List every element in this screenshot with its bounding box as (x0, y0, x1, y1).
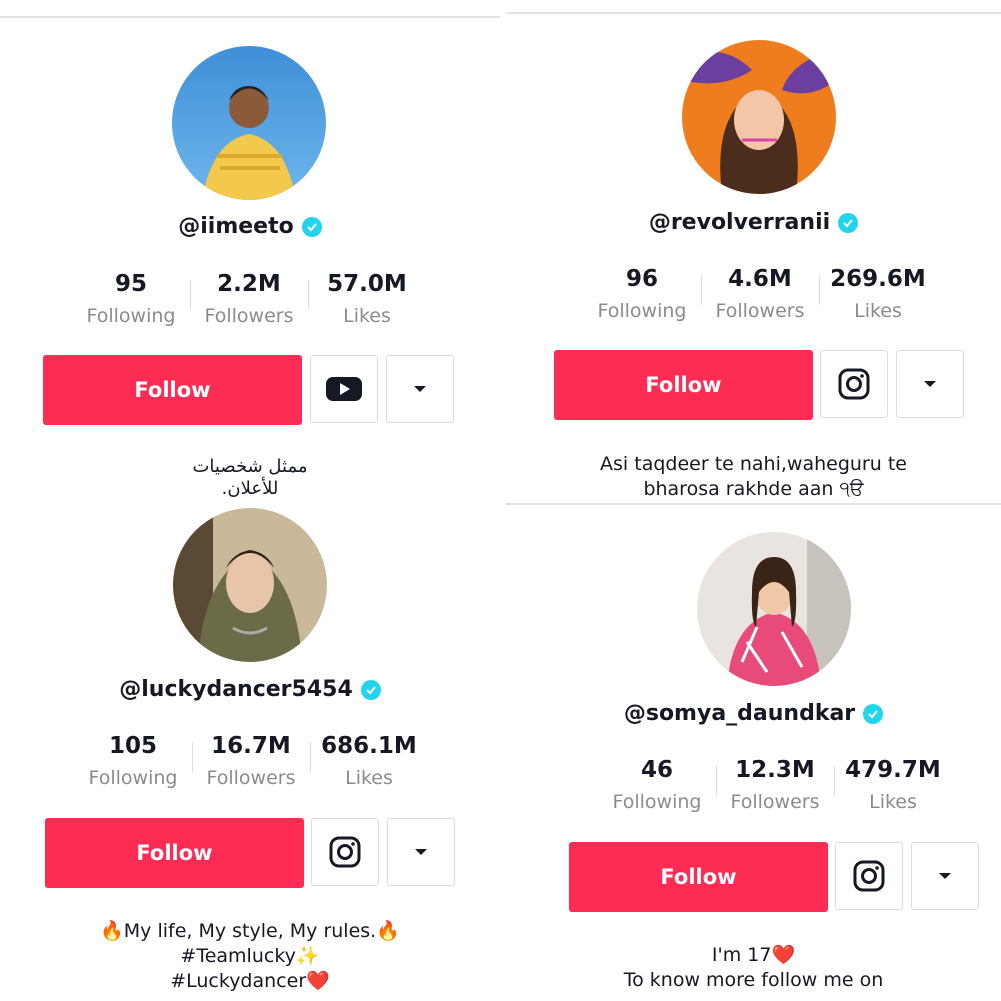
likes-label: Likes (343, 305, 391, 327)
bio-line: I'm 17❤️ (711, 944, 796, 966)
caret-down-icon (414, 386, 426, 392)
youtube-link-button[interactable] (310, 355, 378, 423)
caret-down-icon (924, 381, 936, 387)
bio-line: للأعلان. (221, 478, 279, 499)
profile-card-somya-daundkar: @somya_daundkar 46 Following 12.3M Follo… (506, 505, 1001, 1001)
bio-line: #Teamlucky✨ (180, 945, 320, 967)
verified-icon (301, 216, 322, 237)
following-label: Following (597, 300, 687, 322)
following-stat[interactable]: 96 Following (583, 265, 701, 323)
instagram-link-button[interactable] (820, 350, 888, 418)
stats-row: 46 Following 12.3M Followers 479.7M Like… (598, 756, 952, 814)
likes-count: 57.0M (327, 271, 407, 297)
username-row: @luckydancer5454 (0, 677, 500, 702)
more-options-button[interactable] (896, 350, 964, 418)
instagram-icon (329, 836, 361, 868)
username[interactable]: @somya_daundkar (624, 701, 855, 726)
more-options-button[interactable] (911, 842, 979, 910)
youtube-icon (326, 377, 362, 401)
instagram-link-button[interactable] (311, 818, 379, 886)
likes-stat[interactable]: 57.0M Likes (308, 270, 426, 328)
avatar[interactable] (172, 46, 326, 200)
likes-stat[interactable]: 269.6M Likes (819, 265, 937, 323)
followers-label: Followers (730, 791, 820, 813)
following-stat[interactable]: 105 Following (74, 732, 192, 790)
stats-row: 96 Following 4.6M Followers 269.6M Likes (583, 265, 937, 323)
stats-row: 95 Following 2.2M Followers 57.0M Likes (72, 270, 426, 328)
followers-stat[interactable]: 4.6M Followers (701, 265, 819, 323)
instagram-icon (853, 860, 885, 892)
followers-label: Followers (204, 305, 294, 327)
bio: 🔥My life, My style, My rules.🔥 #Teamluck… (0, 919, 500, 994)
followers-stat[interactable]: 16.7M Followers (192, 732, 310, 790)
followers-label: Followers (715, 300, 805, 322)
profile-card-iimeeto: @iimeeto 95 Following 2.2M Followers 57.… (0, 0, 500, 505)
following-label: Following (86, 305, 176, 327)
following-stat[interactable]: 95 Following (72, 270, 190, 328)
username[interactable]: @iimeeto (178, 214, 293, 239)
verified-icon (838, 212, 859, 233)
followers-count: 2.2M (217, 271, 281, 297)
likes-stat[interactable]: 686.1M Likes (310, 732, 428, 790)
follow-button[interactable]: Follow (554, 350, 813, 420)
following-count: 95 (114, 271, 147, 297)
caret-down-icon (415, 849, 427, 855)
avatar[interactable] (697, 532, 851, 686)
following-count: 105 (108, 733, 157, 759)
username-row: @revolverranii (506, 210, 1001, 235)
username[interactable]: @luckydancer5454 (119, 677, 353, 702)
follow-button[interactable]: Follow (569, 842, 828, 912)
following-label: Following (88, 767, 178, 789)
instagram-link-button[interactable] (835, 842, 903, 910)
followers-label: Followers (206, 767, 296, 789)
bio-line: To know more follow me on (623, 969, 884, 991)
followers-count: 16.7M (211, 733, 291, 759)
likes-count: 479.7M (845, 757, 941, 783)
likes-count: 686.1M (321, 733, 417, 759)
following-stat[interactable]: 46 Following (598, 756, 716, 814)
stats-row: 105 Following 16.7M Followers 686.1M Lik… (74, 732, 428, 790)
bio-line: Asi taqdeer te nahi,waheguru te (600, 453, 907, 475)
avatar[interactable] (682, 40, 836, 194)
following-count: 96 (625, 266, 658, 292)
verified-icon (360, 679, 381, 700)
likes-label: Likes (854, 300, 902, 322)
more-options-button[interactable] (386, 355, 454, 423)
bio-line: ممثل شخصيات (192, 456, 308, 477)
verified-icon (863, 703, 884, 724)
profile-card-revolverranii: @revolverranii 96 Following 4.6M Followe… (506, 0, 1001, 503)
bio-line: #Luckydancer❤️ (170, 970, 330, 992)
followers-count: 12.3M (735, 757, 815, 783)
following-label: Following (612, 791, 702, 813)
avatar[interactable] (173, 508, 327, 662)
followers-stat[interactable]: 2.2M Followers (190, 270, 308, 328)
bio: Asi taqdeer te nahi,waheguru te bharosa … (506, 452, 1001, 502)
likes-label: Likes (345, 767, 393, 789)
likes-label: Likes (869, 791, 917, 813)
username-row: @somya_daundkar (506, 701, 1001, 726)
following-count: 46 (640, 757, 673, 783)
more-options-button[interactable] (387, 818, 455, 886)
caret-down-icon (939, 873, 951, 879)
profile-card-luckydancer5454: @luckydancer5454 105 Following 16.7M Fol… (0, 505, 500, 1001)
username[interactable]: @revolverranii (649, 210, 830, 235)
bio-line: 🔥My life, My style, My rules.🔥 (100, 920, 400, 942)
bio-line: bharosa rakhde aan ੧ੳ (643, 478, 864, 500)
username-row: @iimeeto (0, 214, 500, 239)
bio: ممثل شخصيات للأعلان. (0, 456, 500, 500)
likes-stat[interactable]: 479.7M Likes (834, 756, 952, 814)
followers-count: 4.6M (728, 266, 792, 292)
instagram-icon (838, 368, 870, 400)
bio: I'm 17❤️ To know more follow me on (506, 943, 1001, 993)
follow-button[interactable]: Follow (43, 355, 302, 425)
likes-count: 269.6M (830, 266, 926, 292)
follow-button[interactable]: Follow (45, 818, 304, 888)
followers-stat[interactable]: 12.3M Followers (716, 756, 834, 814)
